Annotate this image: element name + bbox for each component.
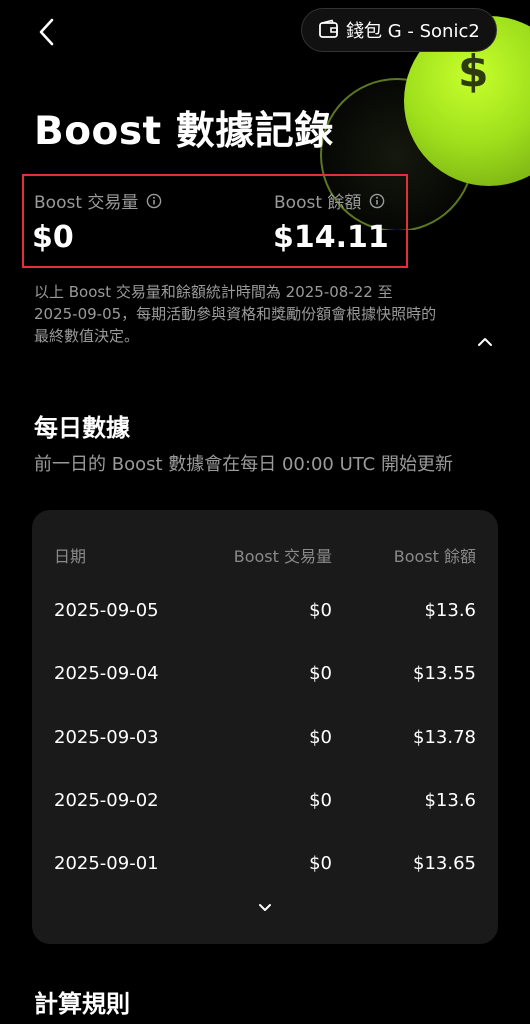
row-balance: $13.6 — [424, 790, 476, 811]
note-line: 2025-09-05，每期活動參與資格和獎勵份額會根據快照時的 — [34, 305, 437, 323]
volume-label: Boost 交易量 — [34, 193, 139, 213]
coin-dollar-symbol: $ — [458, 46, 489, 97]
row-volume: $0 — [309, 853, 332, 874]
row-volume: $0 — [309, 790, 332, 811]
column-header-volume: Boost 交易量 — [233, 547, 332, 566]
table-row: 2025-09-01 $0 $13.65 — [32, 843, 498, 883]
row-balance: $13.78 — [413, 727, 476, 748]
row-volume: $0 — [309, 727, 332, 748]
row-date: 2025-09-01 — [54, 853, 159, 874]
column-header-balance: Boost 餘額 — [393, 547, 476, 566]
wallet-name: 錢包 G - Sonic2 — [346, 21, 480, 42]
stats-note: 以上 Boost 交易量和餘額統計時間為 2025-08-22 至 2025-0… — [34, 281, 454, 347]
info-icon[interactable] — [369, 193, 385, 209]
row-volume: $0 — [309, 663, 332, 684]
note-line: 最終數值決定。 — [34, 327, 140, 345]
balance-label-group[interactable]: Boost 餘額 — [274, 188, 385, 213]
collapse-note-button[interactable] — [474, 332, 496, 350]
daily-data-title: 每日數據 — [34, 414, 130, 442]
page-title: Boost 數據記錄 — [34, 109, 334, 154]
chevron-down-icon — [259, 904, 271, 911]
row-date: 2025-09-02 — [54, 790, 159, 811]
balance-value: $14.11 — [273, 220, 389, 255]
wallet-icon — [319, 19, 338, 38]
daily-data-subtitle: 前一日的 Boost 數據會在每日 00:00 UTC 開始更新 — [34, 454, 453, 475]
row-balance: $13.55 — [413, 663, 476, 684]
table-row: 2025-09-04 $0 $13.55 — [32, 653, 498, 693]
row-date: 2025-09-03 — [54, 727, 159, 748]
info-icon[interactable] — [146, 193, 162, 209]
balance-label: Boost 餘額 — [274, 193, 362, 213]
row-volume: $0 — [309, 600, 332, 621]
row-date: 2025-09-04 — [54, 663, 159, 684]
calculation-rules-title: 計算規則 — [34, 990, 130, 1018]
table-row: 2025-09-03 $0 $13.78 — [32, 717, 498, 757]
row-balance: $13.6 — [424, 600, 476, 621]
row-date: 2025-09-05 — [54, 600, 159, 621]
back-button[interactable] — [30, 14, 66, 50]
table-row: 2025-09-05 $0 $13.6 — [32, 590, 498, 630]
volume-label-group[interactable]: Boost 交易量 — [34, 188, 162, 213]
note-line: 以上 Boost 交易量和餘額統計時間為 2025-08-22 至 — [34, 283, 393, 301]
chevron-up-icon — [478, 338, 492, 346]
daily-data-table: 日期 Boost 交易量 Boost 餘額 2025-09-05 $0 $13.… — [32, 510, 498, 944]
row-balance: $13.65 — [413, 853, 476, 874]
chevron-left-icon — [39, 18, 54, 46]
wallet-selector[interactable]: 錢包 G - Sonic2 — [301, 8, 497, 52]
expand-table-button[interactable] — [256, 900, 274, 914]
volume-value: $0 — [32, 220, 74, 255]
table-row: 2025-09-02 $0 $13.6 — [32, 780, 498, 820]
column-header-date: 日期 — [54, 547, 87, 566]
